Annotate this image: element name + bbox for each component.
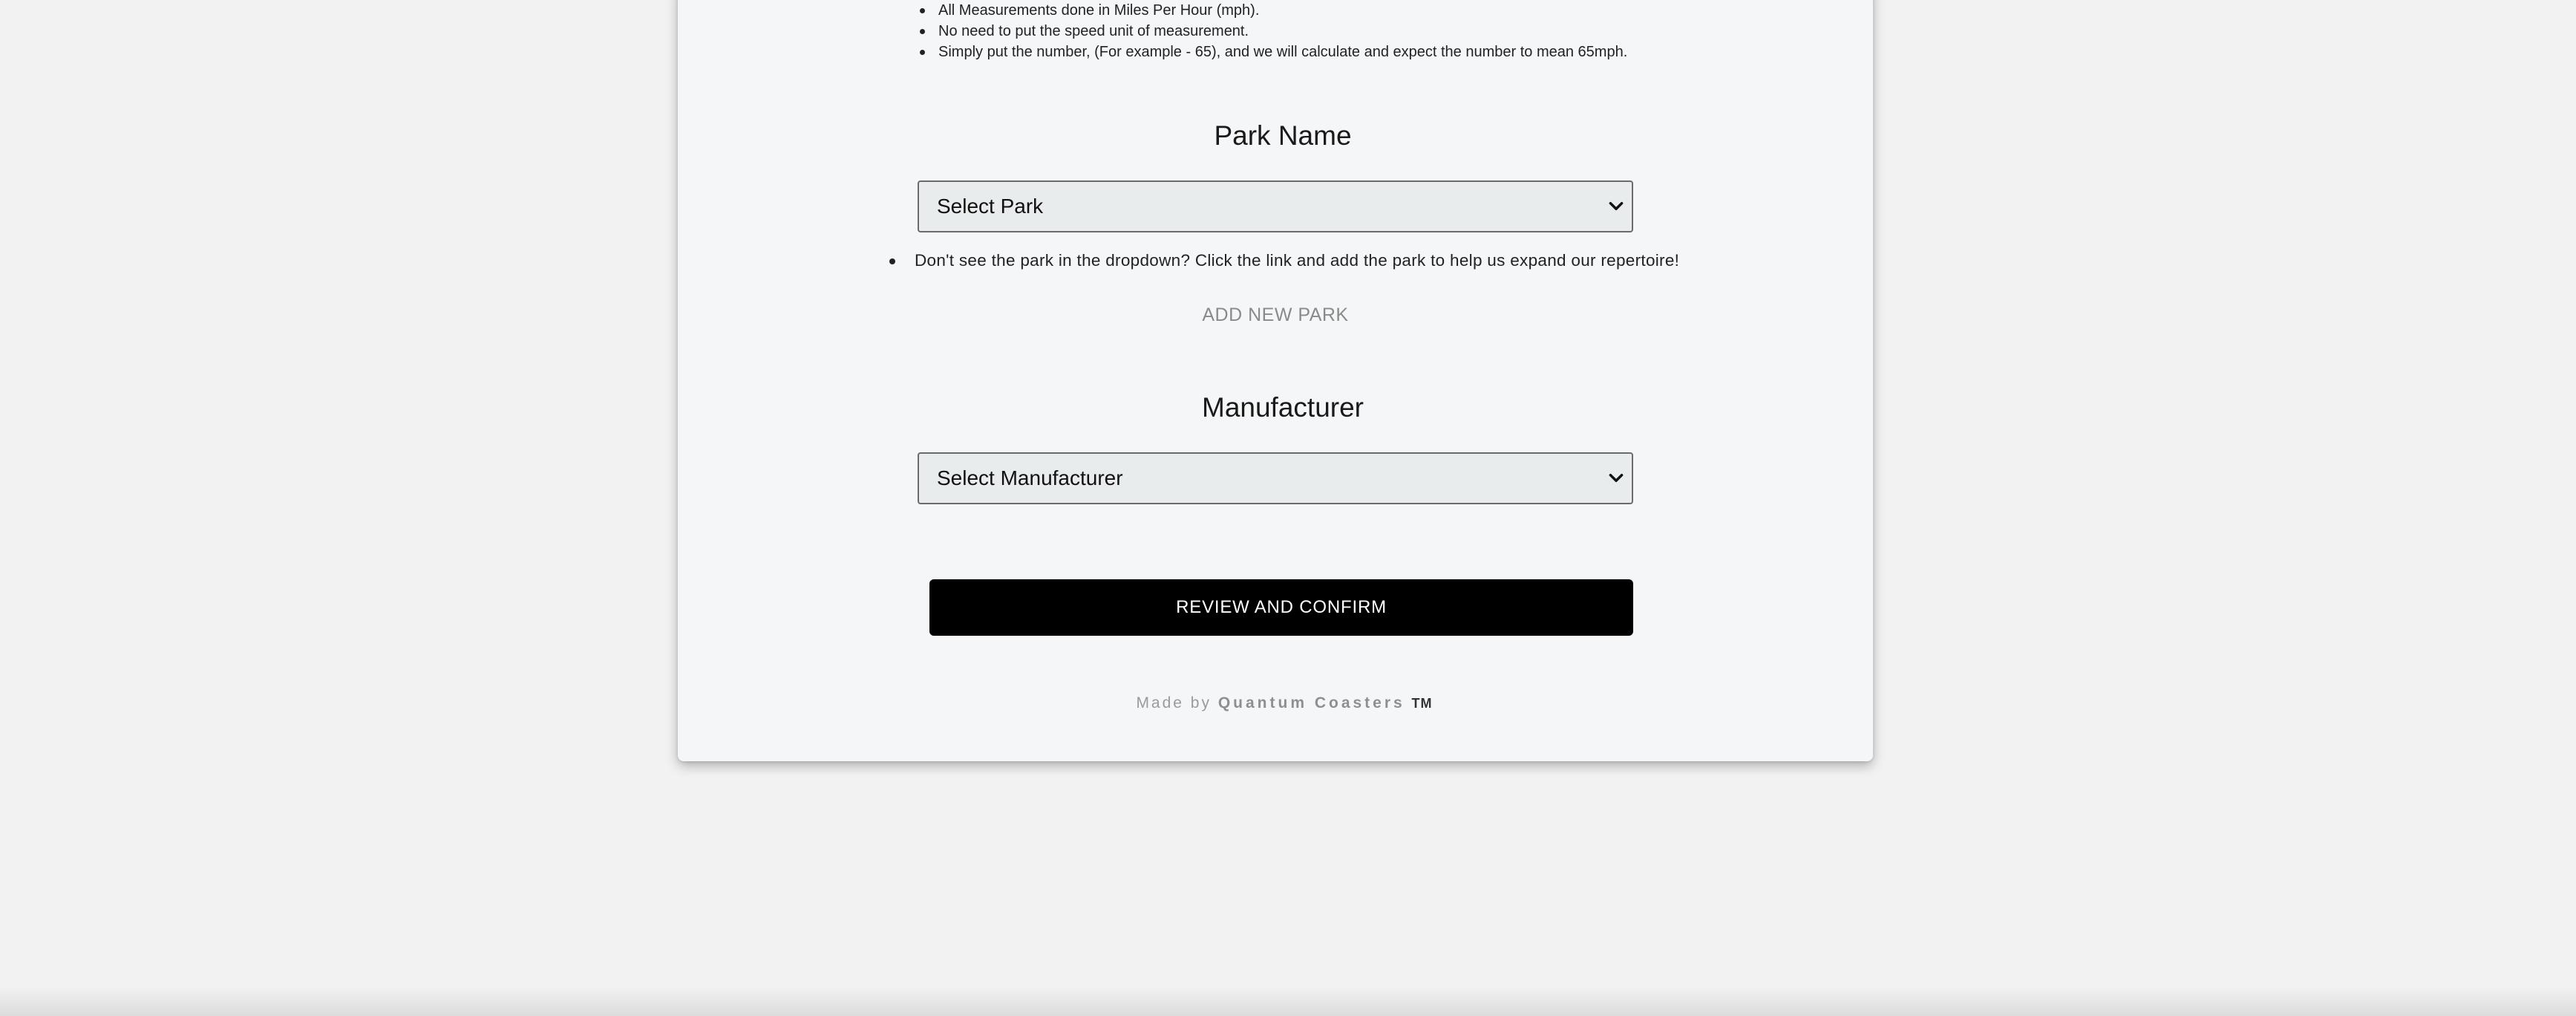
manufacturer-select[interactable]: Select Manufacturer <box>918 452 1633 504</box>
bottom-fade <box>0 986 2576 1016</box>
page: All Measurements done in Miles Per Hour … <box>0 0 2576 1016</box>
hint-bullet <box>889 258 895 264</box>
manufacturer-heading: Manufacturer <box>1202 392 1364 423</box>
park-select-value: Select Park <box>937 195 1044 218</box>
footer-prefix: Made by <box>1136 694 1212 711</box>
review-and-confirm-button[interactable]: REVIEW AND CONFIRM <box>929 579 1633 636</box>
speed-note: All Measurements done in Miles Per Hour … <box>919 0 1627 21</box>
chevron-down-icon <box>1609 201 1624 210</box>
add-new-park-link[interactable]: ADD NEW PARK <box>1127 305 1424 326</box>
footer-brand: Quantum Coasters <box>1217 694 1405 711</box>
speed-note: Simply put the number, (For example - 65… <box>919 42 1627 62</box>
park-missing-hint: Don't see the park in the dropdown? Clic… <box>915 251 1680 270</box>
trademark-mark: TM <box>1411 696 1433 711</box>
chevron-down-icon <box>1609 473 1624 482</box>
manufacturer-select-value: Select Manufacturer <box>937 466 1123 489</box>
footer-credit: Made by Quantum Coasters TM <box>987 694 1581 712</box>
park-select[interactable]: Select Park <box>918 180 1633 232</box>
speed-notes-list: All Measurements done in Miles Per Hour … <box>919 0 1627 62</box>
speed-note: No need to put the speed unit of measure… <box>919 21 1627 42</box>
form-card <box>678 0 1873 761</box>
park-name-heading: Park Name <box>1214 120 1352 151</box>
